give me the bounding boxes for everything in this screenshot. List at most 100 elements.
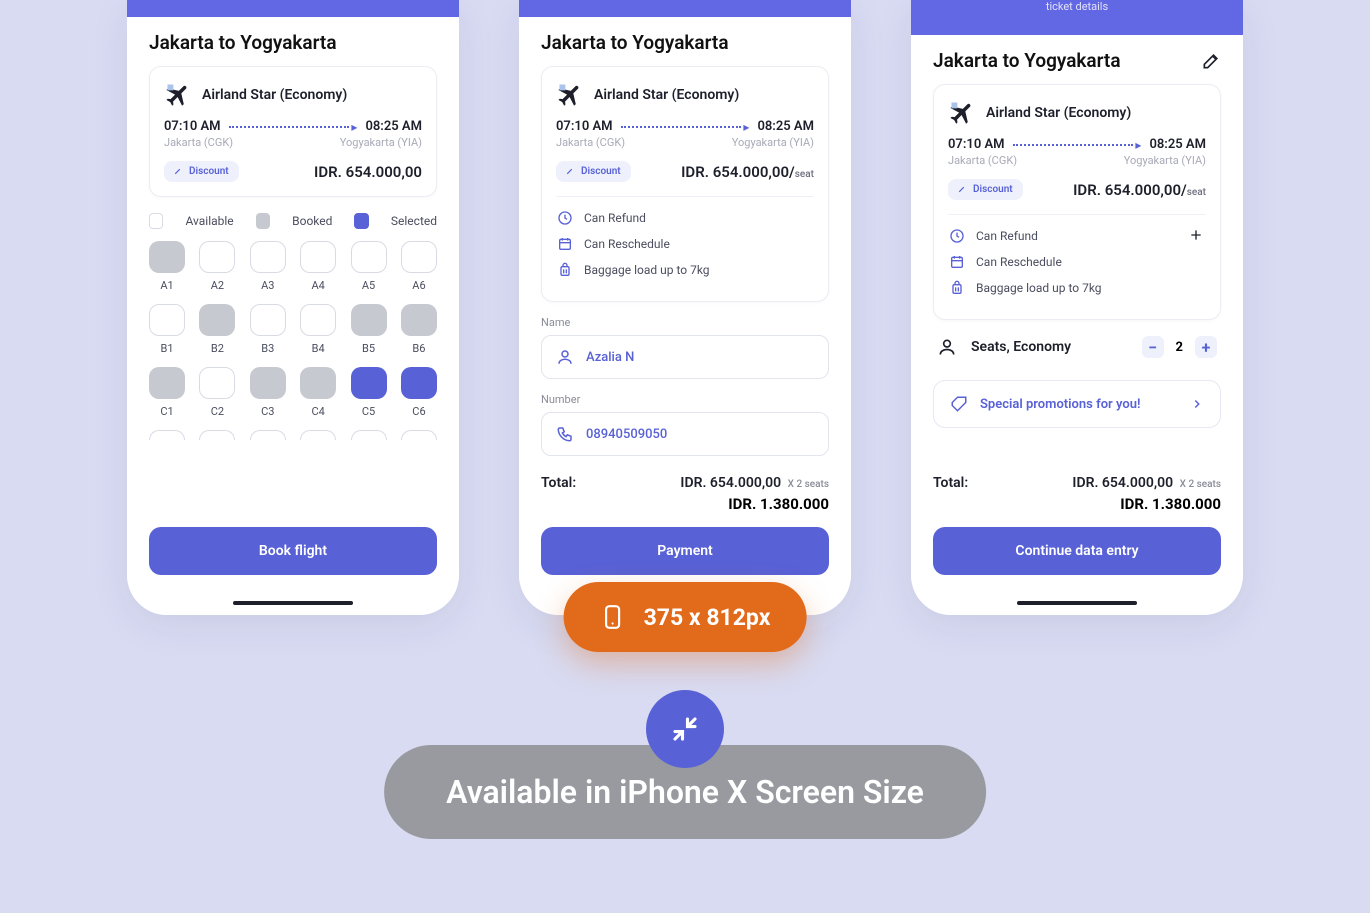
seat-partial[interactable] [199, 430, 235, 440]
flight-card: Airland Star (Economy) 07:10 AM ▸ 08:25 … [933, 84, 1221, 320]
seat-C5[interactable] [351, 367, 387, 399]
seat-A2[interactable] [199, 241, 235, 273]
seat-label: B2 [211, 342, 224, 355]
seat-B6[interactable] [401, 304, 437, 336]
seat-C3[interactable] [250, 367, 286, 399]
name-input[interactable]: Azalia N [541, 335, 829, 379]
depart-time: 07:10 AM [164, 119, 221, 134]
seat-label: C2 [211, 405, 224, 418]
seat-B1[interactable] [149, 304, 185, 336]
seat-label: C3 [261, 405, 274, 418]
seat-C2[interactable] [199, 367, 235, 399]
refund-icon [948, 227, 966, 245]
discount-chip[interactable]: Discount [948, 179, 1023, 200]
seat-label: C4 [312, 405, 325, 418]
seat-partial[interactable] [401, 430, 437, 440]
number-input[interactable]: 08940509050 [541, 412, 829, 456]
total-unit: IDR. 654.000,00 [1072, 475, 1173, 491]
feature-refund: Can Refund [976, 229, 1038, 243]
total-mult: X 2 seats [785, 479, 829, 490]
arrive-airport: Yogyakarta (YIA) [732, 136, 814, 149]
seat-label: A4 [311, 279, 324, 292]
seat-partial[interactable] [250, 430, 286, 440]
seat-A5[interactable] [351, 241, 387, 273]
flight-price: IDR. 654.000,00 [314, 163, 422, 181]
seat-label: B5 [362, 342, 375, 355]
total-label: Total: [933, 475, 968, 491]
seat-A6[interactable] [401, 241, 437, 273]
seat-partial[interactable] [300, 430, 336, 440]
airline-name: Airland Star (Economy) [202, 87, 347, 103]
arrive-airport: Yogyakarta (YIA) [340, 136, 422, 149]
book-flight-button[interactable]: Book flight [149, 527, 437, 575]
discount-chip[interactable]: Discount [164, 161, 239, 182]
arrive-time: 08:25 AM [1149, 137, 1206, 152]
route-title: Jakarta to Yogyakarta [149, 31, 337, 54]
feature-reschedule: Can Reschedule [584, 237, 670, 251]
feature-refund: Can Refund [584, 211, 646, 225]
legend-selected: Selected [391, 214, 437, 228]
increment-button[interactable]: + [1195, 336, 1217, 358]
number-label: Number [541, 393, 829, 406]
seat-label: A5 [362, 279, 375, 292]
seat-C1[interactable] [149, 367, 185, 399]
arrive-airport: Yogyakarta (YIA) [1124, 154, 1206, 167]
airplane-icon [556, 81, 584, 109]
refund-icon [556, 209, 574, 227]
seat-A1[interactable] [149, 241, 185, 273]
seat-C4[interactable] [300, 367, 336, 399]
feature-baggage: Baggage load up to 7kg [584, 263, 710, 277]
seat-B4[interactable] [300, 304, 336, 336]
seat-A4[interactable] [300, 241, 336, 273]
discount-label: Discount [973, 184, 1013, 195]
route-title: Jakarta to Yogyakarta [541, 31, 729, 54]
discount-label: Discount [581, 166, 621, 177]
depart-airport: Jakarta (CGK) [948, 154, 1017, 167]
route-line: ▸ [621, 122, 750, 132]
flight-price-per-seat: IDR. 654.000,00/seat [1073, 181, 1206, 199]
grand-total: IDR. 1.380.000 [541, 495, 829, 513]
decrement-button[interactable]: − [1142, 336, 1164, 358]
depart-time: 07:10 AM [556, 119, 613, 134]
discount-chip[interactable]: Discount [556, 161, 631, 182]
header-banner: ticket details [911, 0, 1243, 35]
depart-airport: Jakarta (CGK) [556, 136, 625, 149]
swatch-available [149, 213, 163, 229]
calendar-icon [556, 235, 574, 253]
collapse-circle [646, 690, 724, 768]
home-indicator [1017, 601, 1137, 605]
seat-C6[interactable] [401, 367, 437, 399]
baggage-icon [948, 279, 966, 297]
airline-name: Airland Star (Economy) [986, 105, 1131, 121]
payment-button[interactable]: Payment [541, 527, 829, 575]
name-value: Azalia N [586, 350, 634, 365]
collapse-icon [670, 714, 700, 744]
continue-button[interactable]: Continue data entry [933, 527, 1221, 575]
promo-text: Special promotions for you! [980, 397, 1140, 412]
depart-time: 07:10 AM [948, 137, 1005, 152]
number-value: 08940509050 [586, 427, 667, 442]
plus-icon[interactable] [1188, 227, 1204, 243]
seat-label: C1 [160, 405, 173, 418]
seat-label: A1 [160, 279, 173, 292]
seat-A3[interactable] [250, 241, 286, 273]
mockup-passenger-form: Jakarta to Yogyakarta Airland Star (Econ… [519, 0, 851, 615]
name-label: Name [541, 316, 829, 329]
phone-icon [556, 425, 574, 443]
seat-B3[interactable] [250, 304, 286, 336]
seats-stepper: − 2 + [1142, 336, 1217, 358]
seat-partial[interactable] [149, 430, 185, 440]
edit-icon[interactable] [1201, 51, 1221, 71]
dimensions-badge: 375 x 812px [564, 582, 807, 652]
promo-card[interactable]: Special promotions for you! [933, 380, 1221, 428]
seat-B2[interactable] [199, 304, 235, 336]
bottom-bar: Book flight [127, 499, 459, 615]
seat-partial[interactable] [351, 430, 387, 440]
calendar-icon [948, 253, 966, 271]
seat-B5[interactable] [351, 304, 387, 336]
grand-total: IDR. 1.380.000 [933, 495, 1221, 513]
route-line: ▸ [1013, 140, 1142, 150]
legend-booked: Booked [292, 214, 332, 228]
seat-grid: A1A2A3A4A5A6B1B2B3B4B5B6C1C2C3C4C5C6 [149, 241, 437, 418]
stepper-value: 2 [1176, 340, 1183, 355]
